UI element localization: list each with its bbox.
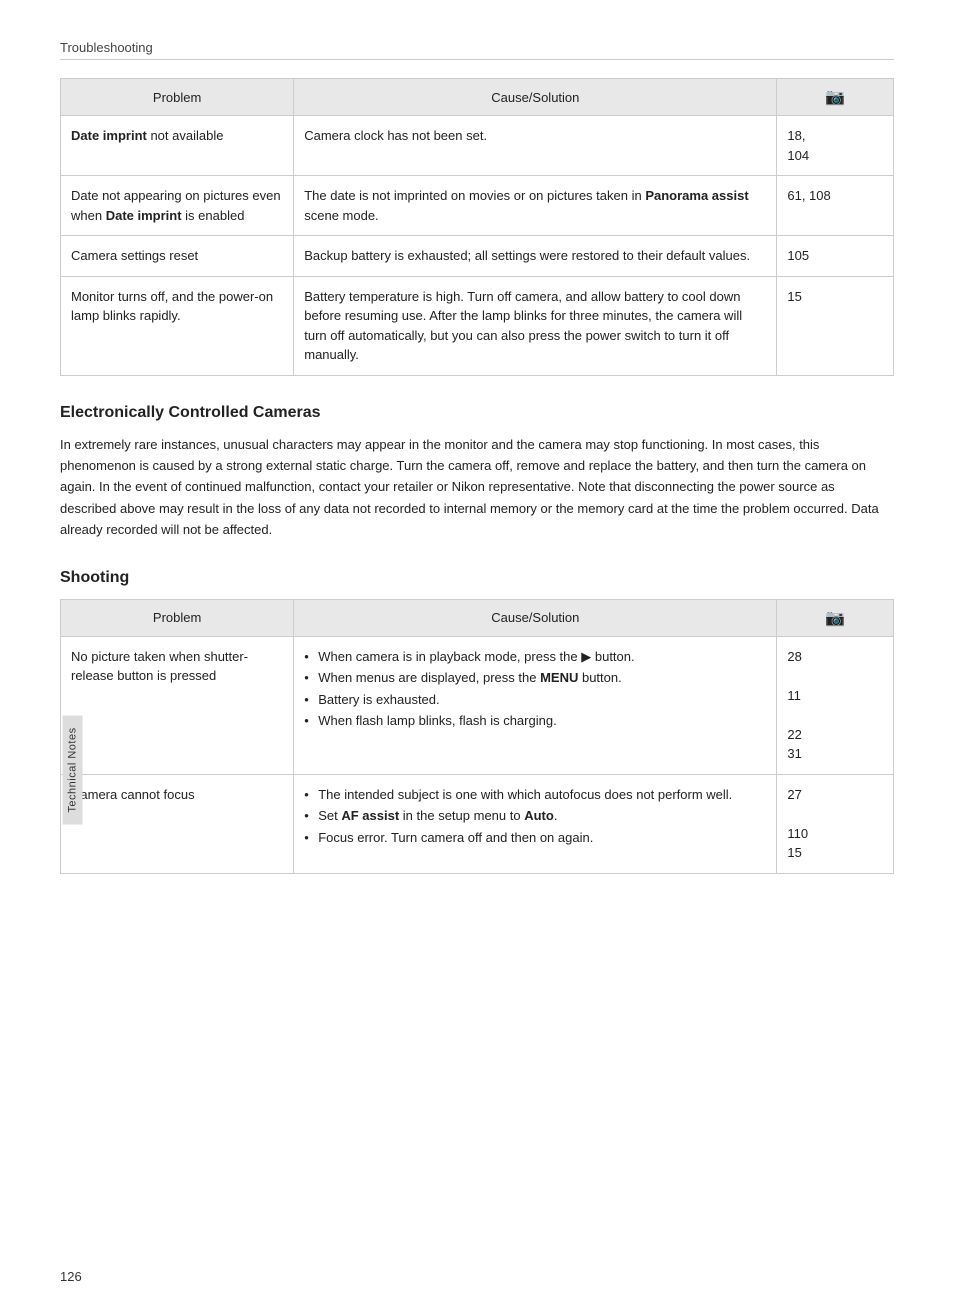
table-row: Date not appearing on pictures even when… bbox=[61, 176, 894, 236]
shooting-table: Problem Cause/Solution 📷 No picture take… bbox=[60, 599, 894, 874]
row2-ref: 61, 108 bbox=[777, 176, 894, 236]
page-number: 126 bbox=[60, 1269, 82, 1284]
shooting-section-heading: Shooting bbox=[60, 569, 894, 587]
electronically-section-heading: Electronically Controlled Cameras bbox=[60, 404, 894, 422]
section-heading-top: Troubleshooting bbox=[60, 40, 894, 60]
table1-header-problem: Problem bbox=[61, 79, 294, 116]
table-row: Camera settings reset Backup battery is … bbox=[61, 236, 894, 277]
row1-cause: Camera clock has not been set. bbox=[294, 116, 777, 176]
camera-icon-1: 📷 bbox=[825, 87, 845, 107]
table-row: Date imprint not available Camera clock … bbox=[61, 116, 894, 176]
table-row: Camera cannot focus The intended subject… bbox=[61, 774, 894, 873]
shooting-row1-ref: 28112231 bbox=[777, 636, 894, 774]
row4-cause: Battery temperature is high. Turn off ca… bbox=[294, 276, 777, 375]
shooting-row2-problem: Camera cannot focus bbox=[61, 774, 294, 873]
shooting-header-ref: 📷 bbox=[777, 599, 894, 636]
shooting-header-cause: Cause/Solution bbox=[294, 599, 777, 636]
row4-ref: 15 bbox=[777, 276, 894, 375]
row1-ref: 18,104 bbox=[777, 116, 894, 176]
row3-problem: Camera settings reset bbox=[61, 236, 294, 277]
table-row: No picture taken when shutter-release bu… bbox=[61, 636, 894, 774]
row4-problem: Monitor turns off, and the power-on lamp… bbox=[61, 276, 294, 375]
page-container: Troubleshooting Problem Cause/Solution 📷… bbox=[0, 0, 954, 1314]
electronically-body: In extremely rare instances, unusual cha… bbox=[60, 434, 894, 541]
table-row: Monitor turns off, and the power-on lamp… bbox=[61, 276, 894, 375]
shooting-row1-cause: When camera is in playback mode, press t… bbox=[294, 636, 777, 774]
row2-problem: Date not appearing on pictures even when… bbox=[61, 176, 294, 236]
row3-ref: 105 bbox=[777, 236, 894, 277]
row3-cause: Backup battery is exhausted; all setting… bbox=[294, 236, 777, 277]
shooting-row2-cause: The intended subject is one with which a… bbox=[294, 774, 777, 873]
camera-icon-2: 📷 bbox=[825, 608, 845, 628]
troubleshooting-table-1: Problem Cause/Solution 📷 Date imprint no… bbox=[60, 78, 894, 376]
table1-header-ref: 📷 bbox=[777, 79, 894, 116]
row2-cause: The date is not imprinted on movies or o… bbox=[294, 176, 777, 236]
sidebar-label: Technical Notes bbox=[63, 715, 83, 824]
shooting-header-problem: Problem bbox=[61, 599, 294, 636]
shooting-row1-problem: No picture taken when shutter-release bu… bbox=[61, 636, 294, 774]
shooting-row2-ref: 2711015 bbox=[777, 774, 894, 873]
table1-header-cause: Cause/Solution bbox=[294, 79, 777, 116]
row1-problem: Date imprint not available bbox=[61, 116, 294, 176]
